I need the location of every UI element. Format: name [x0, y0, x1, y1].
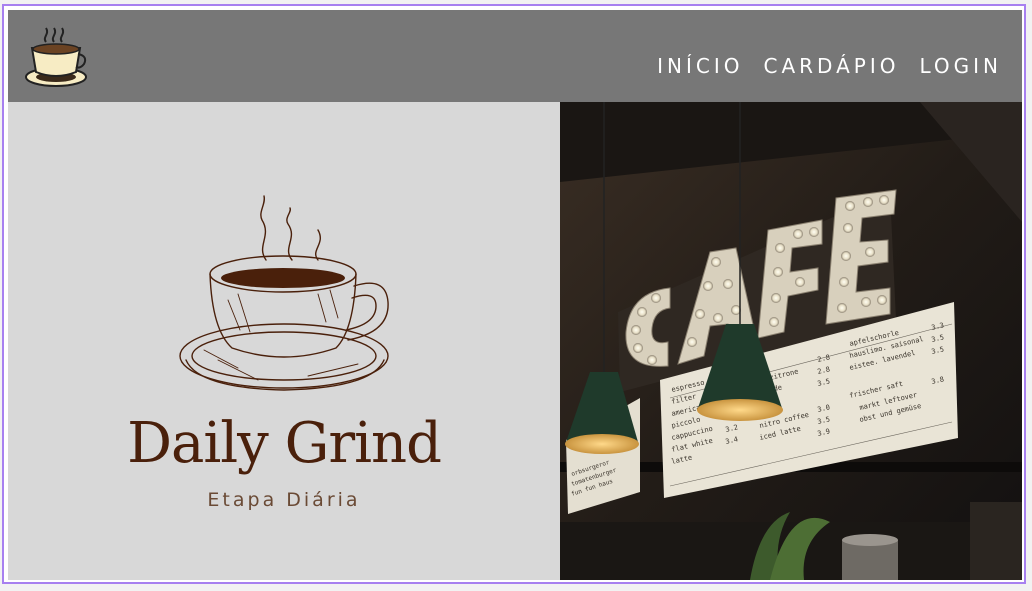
- nav-link-login[interactable]: LOGIN: [919, 54, 1002, 78]
- coffee-cup-sketch-icon: [179, 195, 389, 391]
- navbar: INÍCIO CARDÁPIO LOGIN: [8, 10, 1022, 102]
- brand-title: Daily Grind: [127, 411, 442, 476]
- nav-link-inicio[interactable]: INÍCIO: [657, 54, 743, 78]
- cafe-photo: espresso filter americano piccolo cappuc…: [560, 102, 1022, 580]
- coffee-cup-icon[interactable]: [22, 22, 90, 90]
- page-frame: INÍCIO CARDÁPIO LOGIN Daily Grind Etapa …: [2, 4, 1026, 584]
- nav-link-cardapio[interactable]: CARDÁPIO: [763, 54, 899, 78]
- cafe-photo-scene: espresso filter americano piccolo cappuc…: [560, 102, 1022, 580]
- brand-panel: Daily Grind Etapa Diária: [8, 102, 560, 580]
- brand-subtitle: Etapa Diária: [207, 489, 361, 511]
- main-nav: INÍCIO CARDÁPIO LOGIN: [657, 54, 1002, 78]
